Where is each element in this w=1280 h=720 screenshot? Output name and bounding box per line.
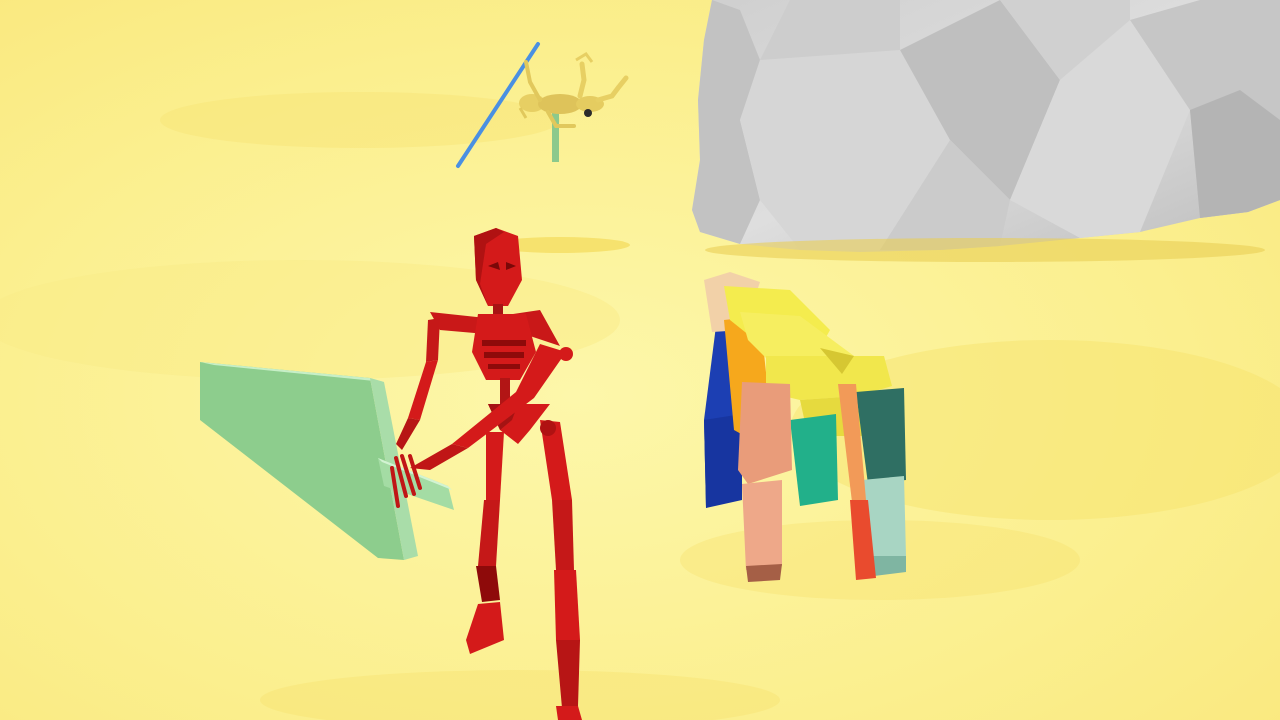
game-viewport[interactable] (0, 0, 1280, 720)
